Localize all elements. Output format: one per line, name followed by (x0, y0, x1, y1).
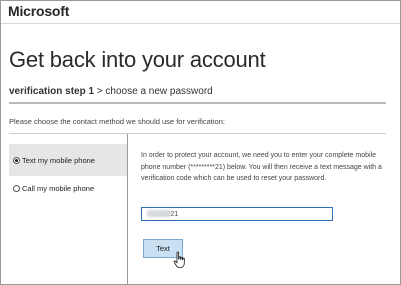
recovery-window: Microsoft Get back into your account ver… (0, 0, 401, 285)
contact-method-list: Text my mobile phone Call my mobile phon… (9, 134, 128, 284)
radio-selected-icon[interactable] (13, 156, 20, 164)
hand-cursor-icon (173, 251, 185, 268)
next-step-label: > choose a new password (94, 86, 213, 97)
microsoft-logo: Microsoft (8, 3, 70, 19)
header-divider (1, 23, 400, 24)
radio-unselected-icon[interactable] (13, 184, 20, 192)
method-call-mobile[interactable]: Call my mobile phone (9, 176, 127, 200)
current-step-label: verification step 1 (9, 86, 95, 97)
verification-description: In order to protect your account, we nee… (141, 152, 382, 182)
method-label: Call my mobile phone (22, 183, 95, 193)
method-label: Text my mobile phone (22, 155, 95, 165)
page-title: Get back into your account (9, 47, 266, 72)
step-indicator: verification step 1 > choose a new passw… (9, 86, 213, 97)
method-text-mobile[interactable]: Text my mobile phone (9, 144, 127, 176)
instruction-text: Please choose the contact method we shou… (9, 117, 225, 126)
redacted-digits (147, 210, 171, 217)
step-divider (9, 102, 386, 104)
